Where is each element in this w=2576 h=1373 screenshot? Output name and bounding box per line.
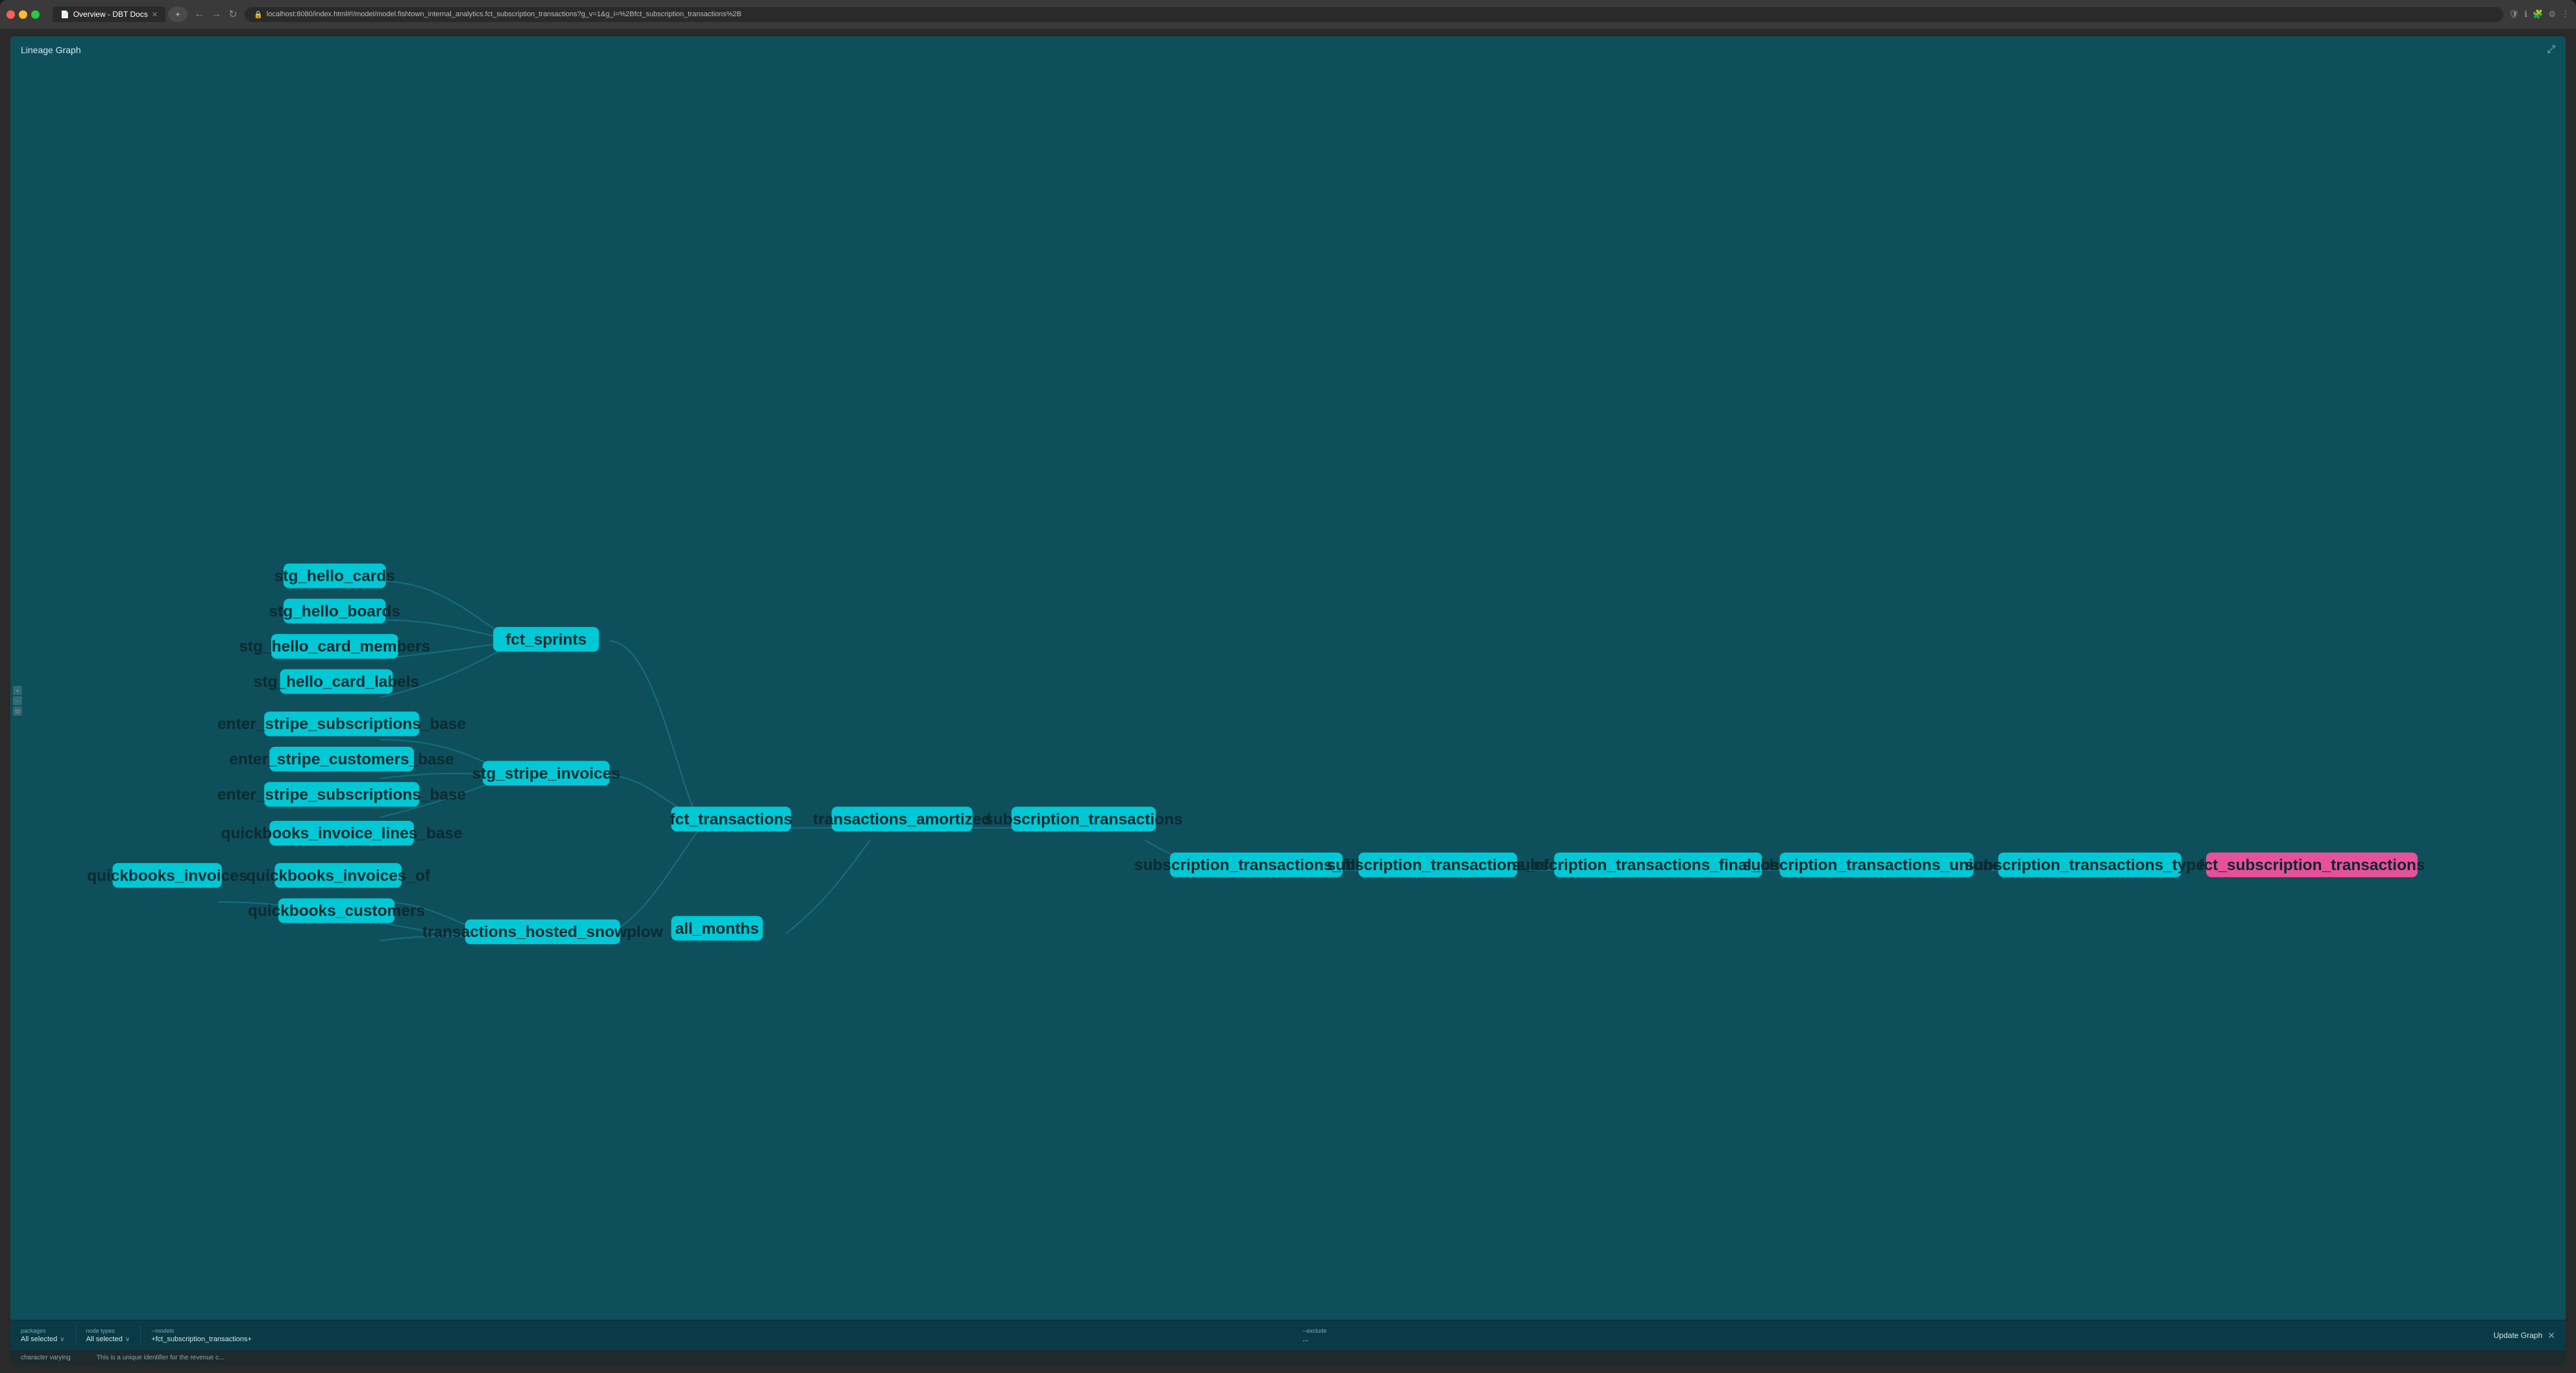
svg-text:stg_stripe_invoices: stg_stripe_invoices	[472, 765, 620, 783]
refresh-button[interactable]: ↻	[226, 8, 239, 21]
models-label: --models	[151, 1328, 1302, 1334]
packages-label: packages	[21, 1328, 65, 1334]
lineage-graph-svg: stg_hello_cards stg_hello_boards stg_hel…	[10, 61, 2566, 1320]
svg-text:subscription_transactions_type: subscription_transactions_typed	[1965, 857, 2215, 874]
svg-text:quickbooks_invoices: quickbooks_invoices	[87, 867, 247, 884]
svg-text:quickbooks_invoice_lines_base: quickbooks_invoice_lines_base	[221, 825, 462, 842]
divider-1	[75, 1326, 76, 1345]
svg-text:fct_subscription_transactions: fct_subscription_transactions	[2198, 857, 2425, 874]
packages-value: All selected	[21, 1335, 57, 1343]
svg-text:transactions_amortized: transactions_amortized	[813, 810, 991, 828]
node-types-arrow: ∨	[125, 1336, 130, 1343]
tab-page-icon: 📄	[60, 10, 69, 19]
lineage-header: Lineage Graph ⤢	[10, 36, 2566, 61]
minimize-traffic-light[interactable]	[19, 10, 27, 19]
new-tab-icon: +	[176, 10, 180, 19]
col-description: This is a unique identifier for the reve…	[97, 1354, 225, 1361]
node-types-select[interactable]: All selected ∨	[86, 1335, 130, 1343]
models-input-group: --models +fct_subscription_transactions+	[151, 1328, 1302, 1343]
active-tab[interactable]: 📄 Overview - DBT Docs ✕	[53, 6, 165, 22]
bottom-toolbar: packages All selected ∨ node types All s…	[10, 1320, 2566, 1350]
svg-text:stg_hello_cards: stg_hello_cards	[274, 568, 395, 585]
settings-icon: ⚙	[2548, 9, 2556, 19]
browser-actions: 🛡 ℹ 🧩 ⚙ ⋮	[2509, 9, 2570, 19]
browser-nav: ← → ↻	[193, 8, 239, 21]
packages-arrow: ∨	[60, 1336, 64, 1343]
node-types-label: node types	[86, 1328, 130, 1334]
exclude-value[interactable]: ...	[1303, 1335, 1327, 1343]
forward-button[interactable]: →	[210, 8, 223, 20]
svg-text:stg_hello_card_labels: stg_hello_card_labels	[254, 674, 419, 691]
svg-text:transactions_hosted_snowplow: transactions_hosted_snowplow	[422, 923, 664, 941]
info-icon: ℹ	[2524, 9, 2527, 19]
extension-icon: 🧩	[2533, 9, 2543, 19]
shield-icon: 🛡	[2509, 9, 2520, 19]
svg-text:fct_sprints: fct_sprints	[505, 631, 587, 648]
exclude-label: --exclude	[1303, 1328, 1327, 1334]
tab-bar: 📄 Overview - DBT Docs ✕ +	[53, 6, 188, 22]
packages-select[interactable]: All selected ∨	[21, 1335, 65, 1343]
col-type: character varying	[21, 1354, 71, 1361]
tab-close-button[interactable]: ✕	[152, 10, 158, 19]
url-text: localhost:8080/index.html#!/model/model.…	[267, 10, 742, 18]
exclude-group: --exclude ...	[1303, 1328, 1327, 1343]
graph-area: stg_hello_cards stg_hello_boards stg_hel…	[10, 61, 2566, 1320]
close-toolbar-button[interactable]: ✕	[2547, 1330, 2555, 1341]
svg-text:enter_stripe_customers_base: enter_stripe_customers_base	[229, 751, 454, 768]
svg-text:quickbooks_customers: quickbooks_customers	[248, 903, 425, 920]
address-bar[interactable]: 🔒 localhost:8080/index.html#!/model/mode…	[245, 7, 2503, 22]
address-bar-wrap: 🔒 localhost:8080/index.html#!/model/mode…	[245, 7, 2503, 22]
close-traffic-light[interactable]	[6, 10, 15, 19]
expand-button[interactable]: ⤢	[2547, 44, 2555, 56]
lock-icon: 🔒	[254, 10, 263, 19]
maximize-traffic-light[interactable]	[31, 10, 40, 19]
main-content: Lineage Graph ⤢ + - ⊡	[0, 29, 2576, 1373]
svg-text:enter_stripe_subscriptions_bas: enter_stripe_subscriptions_base	[217, 716, 466, 733]
svg-text:enter_stripe_subscriptions_bas: enter_stripe_subscriptions_base	[217, 786, 466, 803]
node-types-group: node types All selected ∨	[86, 1328, 130, 1343]
tab-title: Overview - DBT Docs	[73, 10, 148, 19]
lineage-panel: Lineage Graph ⤢ + - ⊡	[10, 36, 2566, 1365]
svg-text:quickbooks_invoices_of: quickbooks_invoices_of	[246, 867, 431, 884]
update-graph-button[interactable]: Update Graph	[2494, 1331, 2542, 1340]
bottom-data-row: character varying This is a unique ident…	[10, 1350, 2566, 1365]
back-button[interactable]: ←	[193, 8, 206, 20]
menu-icon: ⋮	[2561, 9, 2570, 19]
node-types-value: All selected	[86, 1335, 123, 1343]
lineage-title: Lineage Graph	[21, 45, 81, 55]
svg-text:stg_hello_boards: stg_hello_boards	[269, 603, 400, 620]
svg-text:fct_transactions: fct_transactions	[670, 810, 792, 828]
new-tab-button[interactable]: +	[168, 6, 188, 22]
svg-text:all_months: all_months	[675, 920, 759, 938]
svg-text:stg_hello_card_members: stg_hello_card_members	[239, 638, 430, 655]
browser-chrome: 📄 Overview - DBT Docs ✕ + ← → ↻ 🔒 localh…	[0, 0, 2576, 29]
models-value[interactable]: +fct_subscription_transactions+	[151, 1335, 1302, 1343]
traffic-lights	[6, 10, 40, 19]
svg-text:subscription_transactions: subscription_transactions	[984, 810, 1183, 828]
divider-2	[140, 1326, 141, 1345]
packages-group: packages All selected ∨	[21, 1328, 65, 1343]
